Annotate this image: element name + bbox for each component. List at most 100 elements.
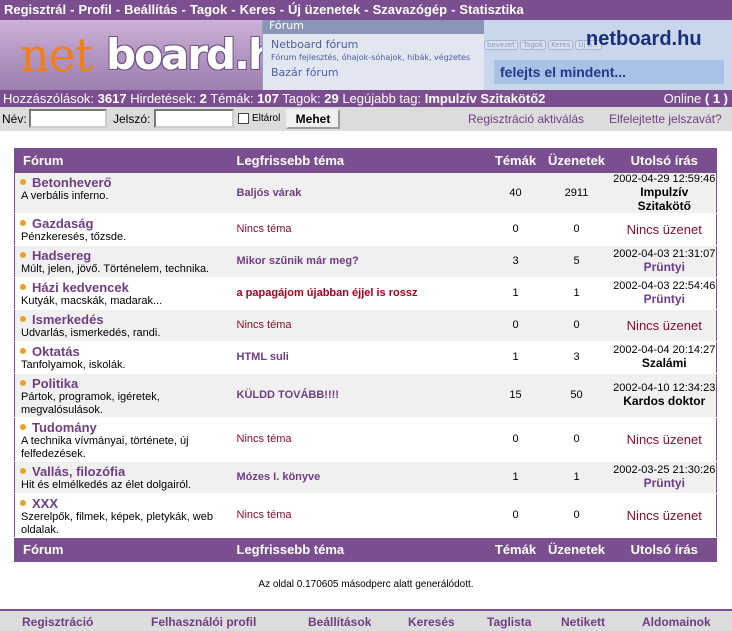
forum-description: Hit és elmélkedés az élet dolgairól. [21,478,191,491]
last-post-cell: Nincs üzenet [612,309,717,342]
forum-description: A verbális inferno. [21,189,109,202]
forum-name-link[interactable]: Oktatás [32,344,80,359]
forgot-password-link[interactable]: Elfelejtette jelszavát? [609,112,722,126]
bottom-menu-item[interactable]: Felhasználói profil [151,615,256,629]
forum-ticker-title-2[interactable]: Bazár fórum [263,62,484,79]
members-label: Tagok: [282,91,321,106]
message-count: 50 [540,373,613,418]
forum-cell: Házi kedvencek Kutyák, macskák, madarak..… [14,277,229,310]
latest-topic-link[interactable]: Baljós várak [237,187,302,199]
bottom-menu-item[interactable]: Aldomainok [642,615,711,629]
no-topic-text: Nincs téma [236,223,292,235]
footer-forum: Fórum [14,537,229,561]
header-messages: Üzenetek [540,148,613,173]
login-submit-button[interactable]: Mehet [286,109,340,129]
forum-name-link[interactable]: Tudomány [32,420,97,435]
forum-description: Szerelpők, filmek, képek, pletykák, web … [21,510,213,536]
last-post-date: 2002-04-10 12:34:23 [613,382,716,394]
site-name: netboard.hu [586,28,702,50]
stats-bar: Hozzászólások: 3617 Hirdetések: 2 Témák:… [0,90,732,107]
last-post-author[interactable]: Impulzív Szitakötő [613,185,717,213]
top-menu-item[interactable]: Új üzenetek [288,2,360,17]
forum-description: Pénzkeresés, tőzsde. [21,230,127,243]
message-count: 3 [540,341,613,374]
forum-name-link[interactable]: Politika [32,376,78,391]
forum-description: Udvarlás, ismerkedés, randi. [21,326,161,339]
banner-tag-button: Tagok [519,40,547,50]
last-post-cell: Nincs üzenet [612,493,717,538]
posts-count: 3617 [97,91,127,106]
top-menu-item[interactable]: Statisztika [459,2,523,17]
top-menu-item[interactable]: Beállítás [124,2,177,17]
forum-name-link[interactable]: Betonheverő [32,175,111,190]
online-label: Online [663,91,702,106]
last-post-cell: 2002-04-03 21:31:07 Prüntyi [612,245,717,278]
activation-link[interactable]: Regisztráció aktiválás [468,112,584,126]
ads-label: Hirdetések: [130,91,196,106]
topic-count: 0 [490,213,541,246]
menu-separator: - [364,2,369,17]
bottom-menu-item[interactable]: Regisztráció [22,615,93,629]
last-post-cell: 2002-03-25 21:30:26 Prüntyi [612,461,717,494]
online-count[interactable]: Online ( 1 ) [664,90,728,107]
bottom-menu-item[interactable]: Taglista [487,615,531,629]
forum-name-link[interactable]: Gazdaság [32,216,93,231]
forum-cell: Ismerkedés Udvarlás, ismerkedés, randi. [14,309,229,342]
bottom-menu-item[interactable]: Keresés [408,615,455,629]
posts-label: Hozzászólások: [3,91,95,106]
remember-checkbox[interactable] [238,113,249,124]
last-post-cell: Nincs üzenet [612,213,717,246]
topic-count: 1 [490,461,541,494]
bullet-icon [20,467,26,474]
forum-description: Tanfolyamok, iskolák. [21,358,126,371]
top-menu-item[interactable]: Szavazógép [373,2,447,17]
no-message-text: Nincs üzenet [626,507,702,523]
latest-topic-link[interactable]: a papagájom újabban éjjel is rossz [237,287,418,299]
bullet-icon [20,379,26,386]
latest-topic-link[interactable]: KÜLDD TOVÁBB!!!! [237,389,339,401]
top-menu-item[interactable]: Keres [240,2,276,17]
newest-member-label: Legújabb tag: [342,91,422,106]
forum-name-link[interactable]: Hadsereg [32,248,91,263]
last-post-author[interactable]: Szalámi [613,356,717,370]
latest-topic-link[interactable]: Mikor szűnik már meg? [237,255,359,267]
logo-text-net: net [20,28,93,82]
no-message-text: Nincs üzenet [626,317,702,333]
name-input[interactable] [29,109,107,128]
forum-ticker[interactable]: Fórum Netboard fórum Fórum fejlesztés, ó… [262,20,484,90]
forum-ticker-title[interactable]: Netboard fórum [263,34,484,51]
ads-count: 2 [199,91,207,106]
top-menu-item[interactable]: Profil [78,2,111,17]
logo[interactable]: net board.hu [0,20,262,90]
name-label: Név: [2,112,27,126]
latest-topic-cell: Baljós várak [228,172,491,214]
topic-count: 40 [490,172,541,214]
bottom-menu-item[interactable]: Beállítások [308,615,371,629]
latest-topic-link[interactable]: HTML suli [237,351,289,363]
last-post-author[interactable]: Prüntyi [613,476,717,490]
last-post-author[interactable]: Prüntyi [613,260,717,274]
forum-cell: Vallás, filozófia Hit és elmélkedés az él… [14,461,229,494]
newest-member[interactable]: Impulzív Szitakötő2 [425,91,546,106]
online-value: ( 1 ) [704,91,728,106]
topic-count: 0 [490,493,541,538]
latest-topic-link[interactable]: Mózes I. könyve [237,471,321,483]
forum-name-link[interactable]: Házi kedvencek [32,280,129,295]
last-post-author[interactable]: Prüntyi [613,292,717,306]
site-banner[interactable]: bevezet Tagok Keres Üj ü... netboard.hu fel… [484,20,732,90]
forum-name-link[interactable]: XXX [32,496,58,511]
last-post-author[interactable]: Kardos doktor [613,394,717,408]
latest-topic-cell: Nincs téma [228,309,491,342]
last-post-date: 2002-03-25 21:30:26 [613,464,716,476]
logo-text-board: board.hu [106,30,262,79]
top-menu-item[interactable]: Tagok [190,2,227,17]
bottom-menu-item[interactable]: Netikett [561,615,605,629]
top-menu-item[interactable]: Regisztrál [4,2,66,17]
forum-name-link[interactable]: Ismerkedés [32,312,104,327]
forum-cell: Gazdaság Pénzkeresés, tőzsde. [14,213,229,246]
forum-name-link[interactable]: Vallás, filozófia [32,464,125,479]
latest-topic-cell: Nincs téma [228,417,491,462]
generation-time: Az oldal 0.170605 másodperc alatt generá… [258,579,474,590]
table-footer-row: Fórum Legfrissebb téma Témák Üzenetek Ut… [14,537,717,561]
password-input[interactable] [154,109,234,128]
